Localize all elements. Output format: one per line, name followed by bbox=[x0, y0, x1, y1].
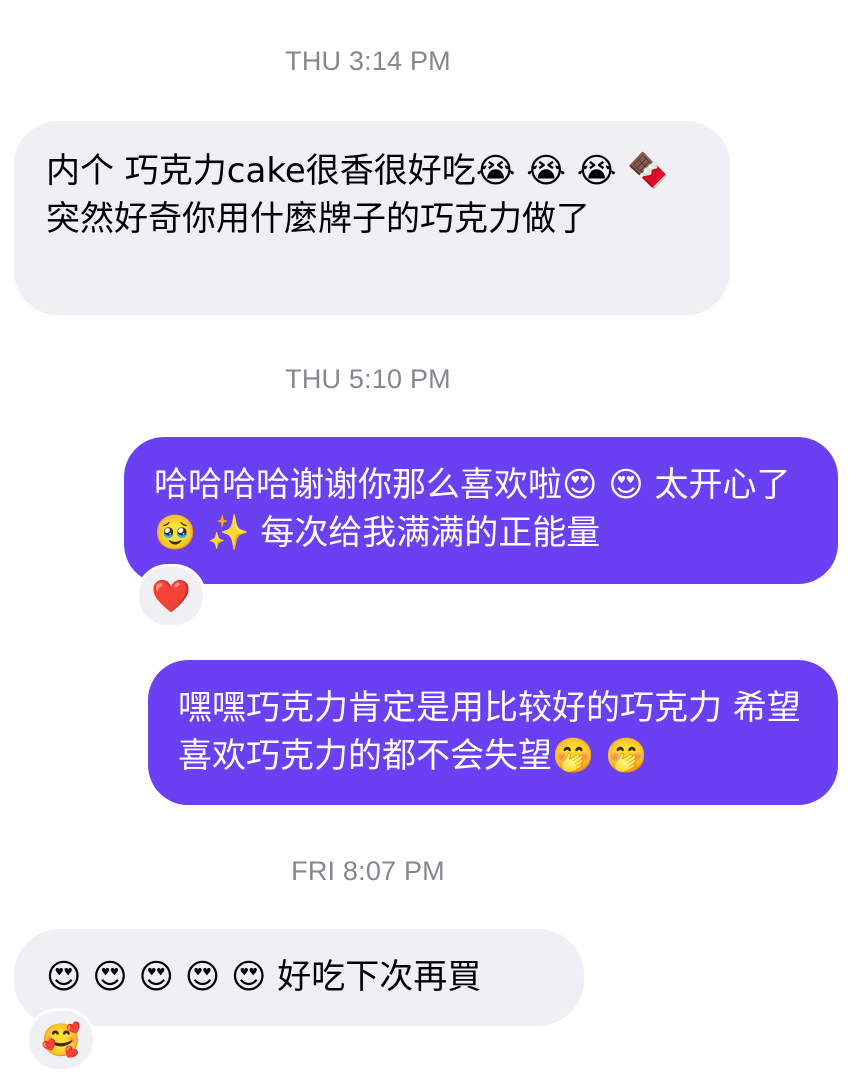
message-bubble-outgoing-1[interactable]: 哈哈哈哈谢谢你那么喜欢啦😍 😍 太开心了🥹 ✨ 每次给我满满的正能量 bbox=[124, 437, 838, 584]
message-text: 内个 巧克力cake很香很好吃😭 😭 😭 🍫突然好奇你用什麼牌子的巧克力做了 bbox=[46, 151, 670, 239]
timestamp-2: THU 5:10 PM bbox=[285, 364, 451, 394]
message-text: 哈哈哈哈谢谢你那么喜欢啦😍 😍 太开心了🥹 ✨ 每次给我满满的正能量 bbox=[154, 465, 791, 553]
message-bubble-incoming-2[interactable]: 😍 😍 😍 😍 😍 好吃下次再買 bbox=[14, 929, 584, 1026]
message-text: 嘿嘿巧克力肯定是用比较好的巧克力 希望喜欢巧克力的都不会失望🤭 🤭 bbox=[178, 688, 801, 776]
message-bubble-outgoing-2[interactable]: 嘿嘿巧克力肯定是用比较好的巧克力 希望喜欢巧克力的都不会失望🤭 🤭 bbox=[148, 660, 838, 805]
timestamp-3: FRI 8:07 PM bbox=[291, 856, 445, 886]
timestamp-1: THU 3:14 PM bbox=[285, 46, 451, 76]
heart-icon: ❤️ bbox=[151, 577, 191, 615]
message-text: 😍 😍 😍 😍 😍 好吃下次再買 bbox=[46, 957, 482, 997]
message-bubble-incoming-1[interactable]: 内个 巧克力cake很香很好吃😭 😭 😭 🍫突然好奇你用什麼牌子的巧克力做了 bbox=[14, 121, 730, 315]
reaction-smiling-hearts-badge[interactable]: 🥰 bbox=[26, 1008, 96, 1072]
reaction-heart-badge[interactable]: ❤️ bbox=[136, 564, 206, 628]
smiling-face-with-hearts-icon: 🥰 bbox=[41, 1021, 81, 1059]
